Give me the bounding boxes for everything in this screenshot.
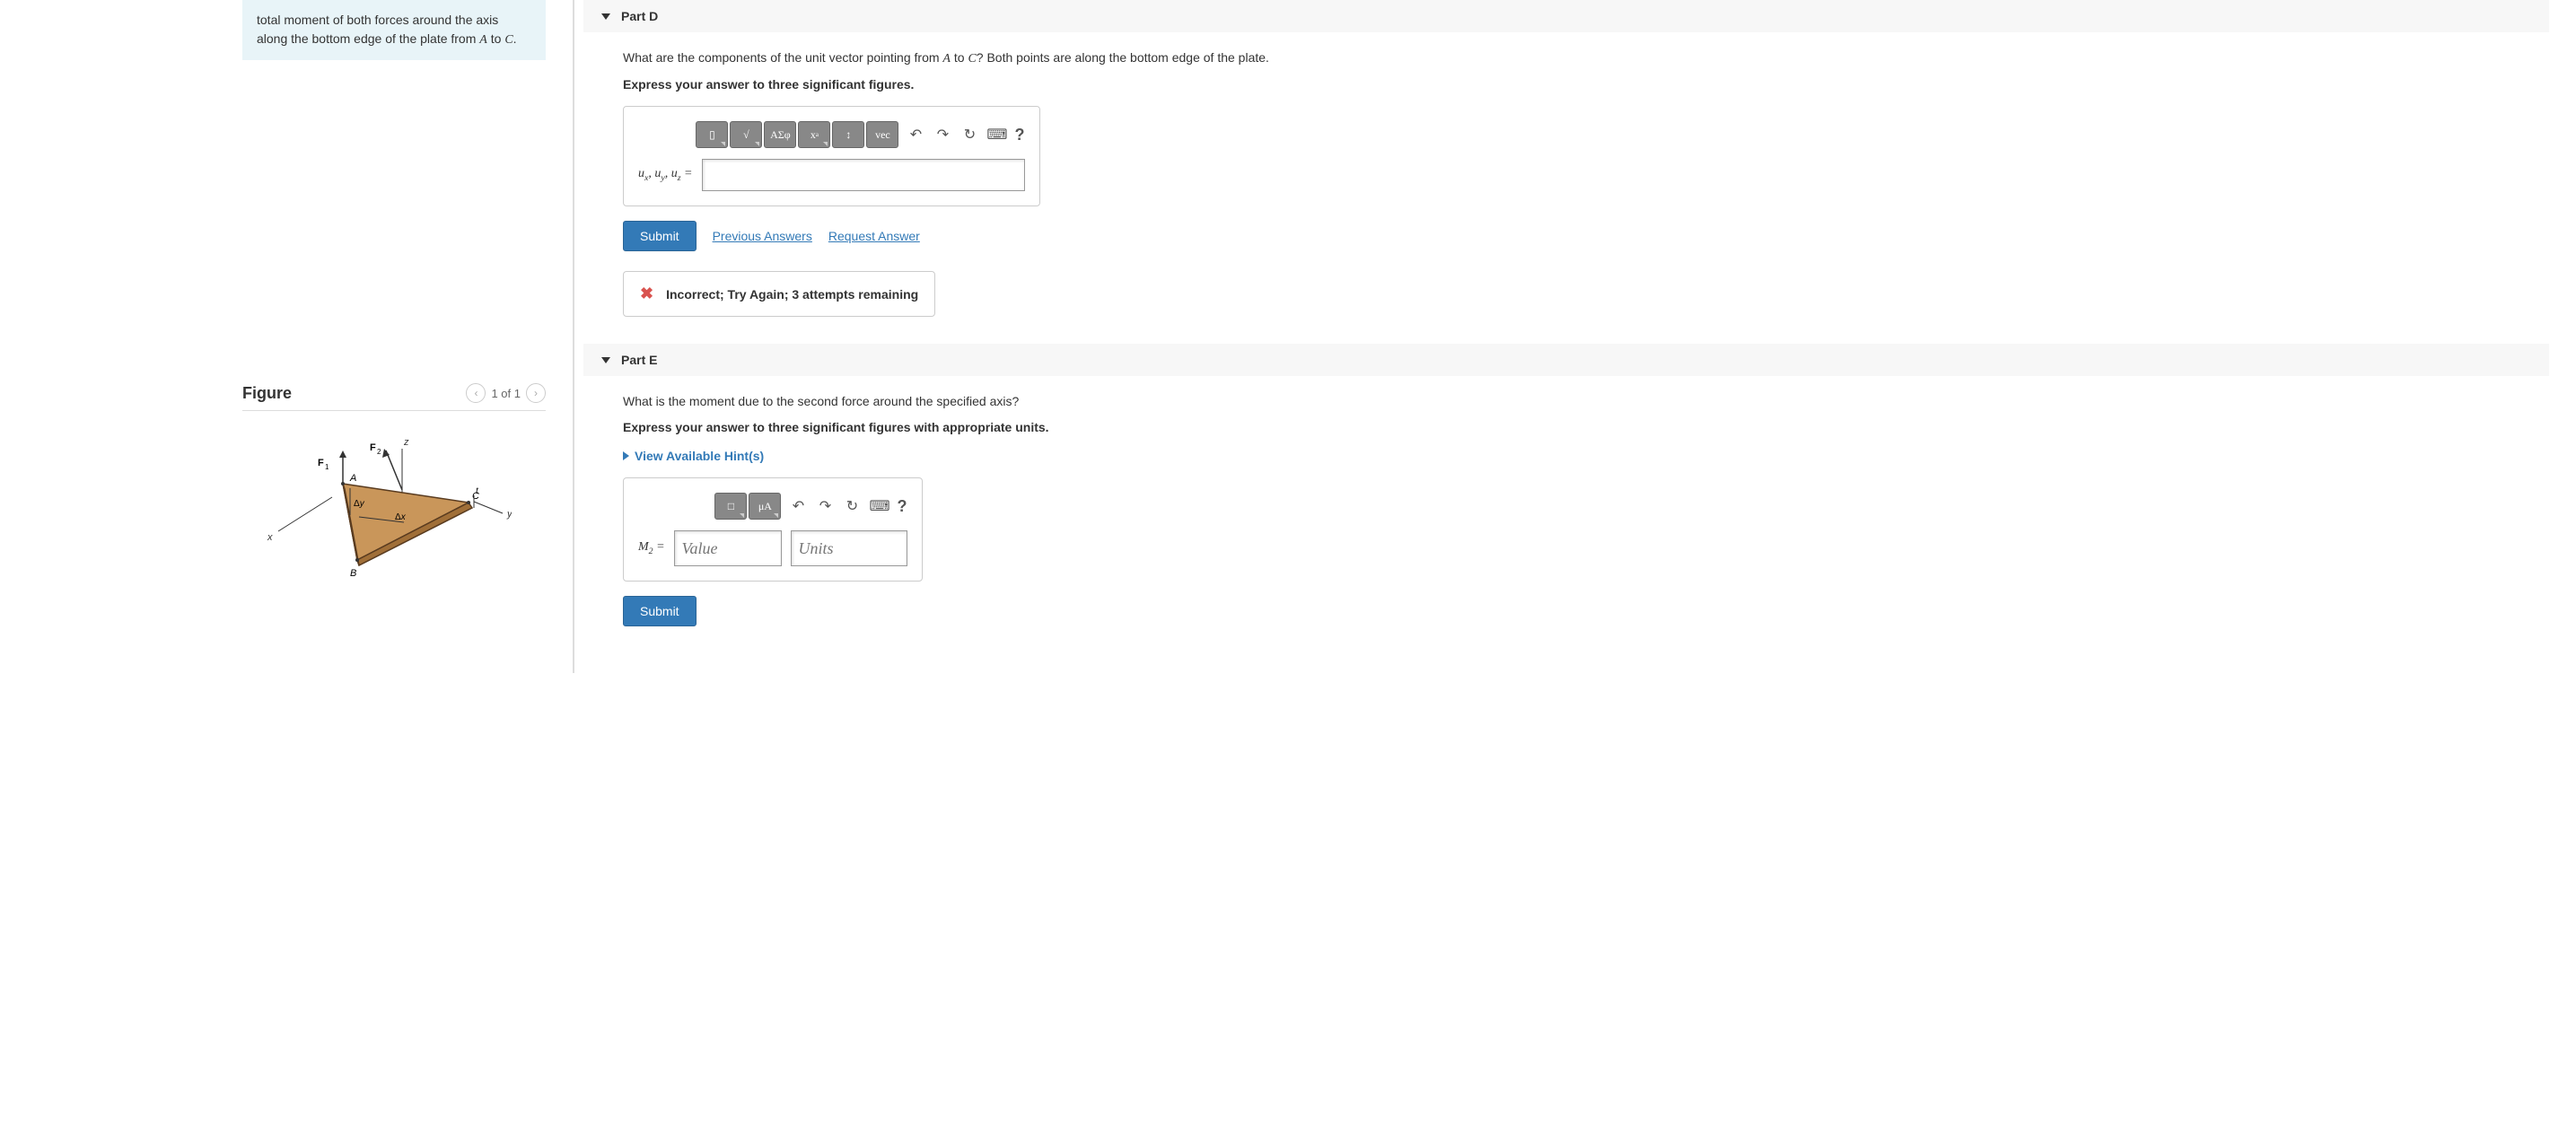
figure-next-button[interactable]: › — [526, 383, 546, 403]
figure-image: z y x A C B — [242, 425, 546, 608]
keyboard-icon[interactable]: ⌨ — [869, 497, 889, 515]
redo-icon[interactable]: ↷ — [933, 126, 952, 144]
toolbar-exp-button[interactable]: xa — [798, 121, 830, 148]
chevron-down-icon — [601, 357, 610, 363]
svg-text:Δx: Δx — [395, 512, 407, 522]
svg-text:z: z — [403, 437, 409, 448]
svg-text:F: F — [370, 442, 376, 453]
part-d-answer-label: ux, uy, uz = — [638, 167, 693, 183]
part-e-question: What is the moment due to the second for… — [623, 392, 2522, 411]
help-icon[interactable]: ? — [1015, 126, 1025, 144]
part-e-title: Part E — [621, 353, 657, 367]
help-icon[interactable]: ? — [898, 497, 907, 516]
figure-prev-button[interactable]: ‹ — [466, 383, 486, 403]
part-e-instruction: Express your answer to three significant… — [623, 420, 2522, 434]
undo-icon[interactable]: ↶ — [906, 126, 925, 144]
part-d-feedback: ✖ Incorrect; Try Again; 3 attempts remai… — [623, 271, 935, 317]
svg-text:2: 2 — [377, 448, 381, 456]
chevron-down-icon — [601, 13, 610, 20]
previous-answers-link[interactable]: Previous Answers — [713, 229, 812, 243]
part-d-answer-box: ▯ √ ΑΣφ xa ↕ vec ↶ ↷ ↻ ⌨ ? — [623, 106, 1040, 206]
part-d-instruction: Express your answer to three significant… — [623, 77, 2522, 92]
svg-text:y: y — [506, 509, 512, 520]
part-d-title: Part D — [621, 9, 658, 23]
part-e-submit-button[interactable]: Submit — [623, 596, 697, 626]
keyboard-icon[interactable]: ⌨ — [986, 126, 1007, 144]
figure-pager: 1 of 1 — [491, 387, 521, 400]
toolbar-sqrt-button[interactable]: √ — [730, 121, 762, 148]
svg-text:F: F — [318, 458, 324, 468]
svg-text:Δy: Δy — [354, 499, 365, 509]
part-d-question: What are the components of the unit vect… — [623, 48, 2522, 68]
toolbar-updown-button[interactable]: ↕ — [832, 121, 864, 148]
part-d-submit-button[interactable]: Submit — [623, 221, 697, 251]
part-e-answer-label: M2 = — [638, 540, 665, 556]
toolbar-frac-button[interactable]: □ — [714, 493, 747, 520]
problem-intro: total moment of both forces around the a… — [242, 0, 546, 60]
part-e-units-input[interactable] — [791, 530, 907, 566]
svg-text:A: A — [349, 473, 356, 484]
chevron-right-icon — [623, 451, 629, 460]
reset-icon[interactable]: ↻ — [842, 497, 862, 515]
redo-icon[interactable]: ↷ — [815, 497, 835, 515]
part-d-answer-input[interactable] — [702, 159, 1025, 191]
view-hints-link[interactable]: View Available Hint(s) — [623, 449, 2522, 463]
svg-text:x: x — [267, 532, 273, 543]
svg-text:1: 1 — [325, 463, 329, 471]
part-e-value-input[interactable] — [674, 530, 782, 566]
undo-icon[interactable]: ↶ — [788, 497, 808, 515]
request-answer-link[interactable]: Request Answer — [828, 229, 920, 243]
part-d-header[interactable]: Part D — [583, 0, 2549, 32]
reset-icon[interactable]: ↻ — [959, 126, 979, 144]
toolbar-vec-button[interactable]: vec — [866, 121, 898, 148]
part-e-header[interactable]: Part E — [583, 344, 2549, 376]
toolbar-template-button[interactable]: ▯ — [696, 121, 728, 148]
incorrect-icon: ✖ — [640, 284, 653, 303]
toolbar-angle-button[interactable]: μA — [749, 493, 781, 520]
toolbar-greek-button[interactable]: ΑΣφ — [764, 121, 796, 148]
part-e-answer-box: □ μA ↶ ↷ ↻ ⌨ ? M2 = — [623, 477, 923, 582]
figure-title: Figure — [242, 384, 292, 403]
svg-text:B: B — [350, 568, 356, 579]
